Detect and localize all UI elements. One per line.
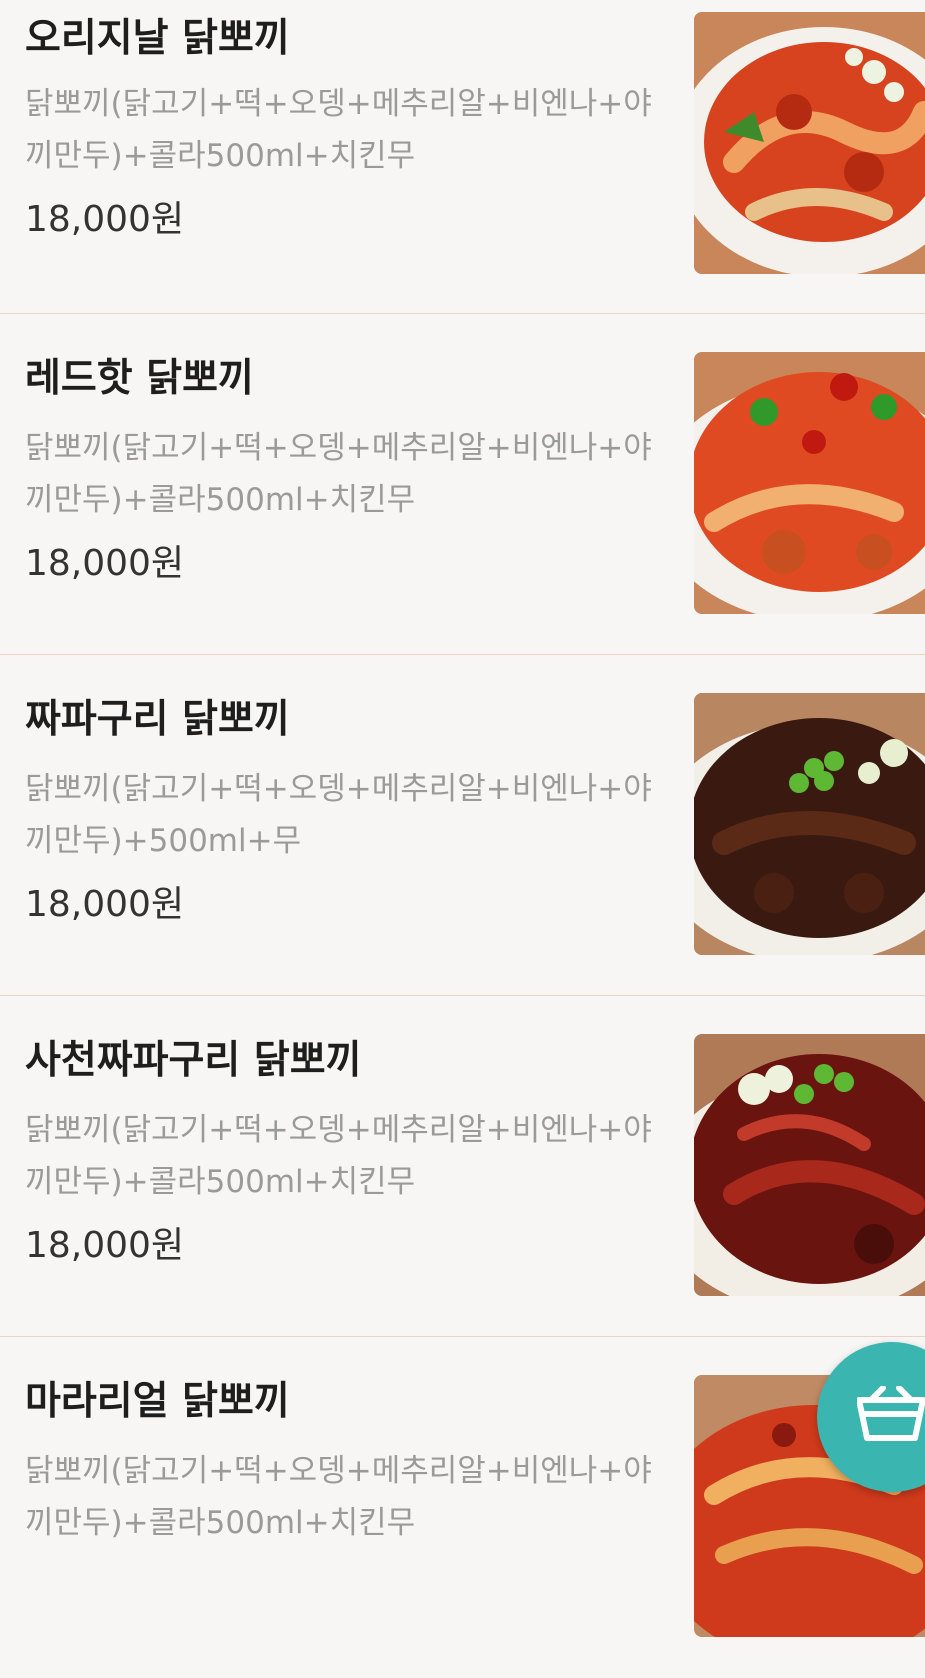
food-photo-icon: [694, 693, 925, 955]
menu-item[interactable]: 오리지날 닭뽀끼 닭뽀끼(닭고기+떡+오뎅+메추리알+비엔나+야끼만두)+콜라5…: [0, 0, 925, 314]
menu-item-name: 레드핫 닭뽀끼: [25, 356, 254, 401]
menu-item-description: 닭뽀끼(닭고기+떡+오뎅+메추리알+비엔나+야끼만두)+콜라500ml+치킨무: [25, 430, 652, 518]
menu-item-image[interactable]: [694, 12, 925, 274]
food-photo-icon: [694, 352, 925, 614]
menu-item[interactable]: 사천짜파구리 닭뽀끼 닭뽀끼(닭고기+떡+오뎅+메추리알+비엔나+야끼만두)+콜…: [0, 996, 925, 1337]
food-photo-icon: [694, 1034, 925, 1296]
menu-item-image[interactable]: [694, 693, 925, 955]
menu-item-image[interactable]: [694, 352, 925, 614]
menu-item-price: 18,000원: [25, 543, 185, 584]
menu-item-description: 닭뽀끼(닭고기+떡+오뎅+메추리알+비엔나+야끼만두)+콜라500ml+치킨무: [25, 1453, 652, 1541]
menu-item-name: 오리지날 닭뽀끼: [25, 16, 290, 61]
menu-item-name: 짜파구리 닭뽀끼: [25, 697, 290, 742]
menu-item-text: 짜파구리 닭뽀끼 닭뽀끼(닭고기+떡+오뎅+메추리알+비엔나+야끼만두)+500…: [25, 695, 665, 929]
menu-item-text: 마라리얼 닭뽀끼 닭뽀끼(닭고기+떡+오뎅+메추리알+비엔나+야끼만두)+콜라5…: [25, 1377, 665, 1549]
menu-item-name: 마라리얼 닭뽀끼: [25, 1379, 290, 1424]
menu-item-text: 오리지날 닭뽀끼 닭뽀끼(닭고기+떡+오뎅+메추리알+비엔나+야끼만두)+콜라5…: [25, 14, 665, 244]
menu-item-price: 18,000원: [25, 199, 185, 240]
menu-item-text: 사천짜파구리 닭뽀끼 닭뽀끼(닭고기+떡+오뎅+메추리알+비엔나+야끼만두)+콜…: [25, 1036, 665, 1270]
menu-item[interactable]: 마라리얼 닭뽀끼 닭뽀끼(닭고기+떡+오뎅+메추리알+비엔나+야끼만두)+콜라5…: [0, 1337, 925, 1678]
menu-item-description: 닭뽀끼(닭고기+떡+오뎅+메추리알+비엔나+야끼만두)+500ml+무: [25, 771, 652, 859]
menu-list: 오리지날 닭뽀끼 닭뽀끼(닭고기+떡+오뎅+메추리알+비엔나+야끼만두)+콜라5…: [0, 0, 925, 1678]
menu-item-description: 닭뽀끼(닭고기+떡+오뎅+메추리알+비엔나+야끼만두)+콜라500ml+치킨무: [25, 86, 652, 174]
menu-item-name: 사천짜파구리 닭뽀끼: [25, 1038, 362, 1083]
menu-item[interactable]: 짜파구리 닭뽀끼 닭뽀끼(닭고기+떡+오뎅+메추리알+비엔나+야끼만두)+500…: [0, 655, 925, 996]
menu-item-image[interactable]: [694, 1034, 925, 1296]
basket-icon: [857, 1386, 925, 1441]
menu-item-description: 닭뽀끼(닭고기+떡+오뎅+메추리알+비엔나+야끼만두)+콜라500ml+치킨무: [25, 1112, 652, 1200]
menu-item-text: 레드핫 닭뽀끼 닭뽀끼(닭고기+떡+오뎅+메추리알+비엔나+야끼만두)+콜라50…: [25, 354, 665, 588]
menu-item-price: 18,000원: [25, 884, 185, 925]
menu-item[interactable]: 레드핫 닭뽀끼 닭뽀끼(닭고기+떡+오뎅+메추리알+비엔나+야끼만두)+콜라50…: [0, 314, 925, 655]
food-photo-icon: [694, 12, 925, 274]
menu-item-price: 18,000원: [25, 1225, 185, 1266]
